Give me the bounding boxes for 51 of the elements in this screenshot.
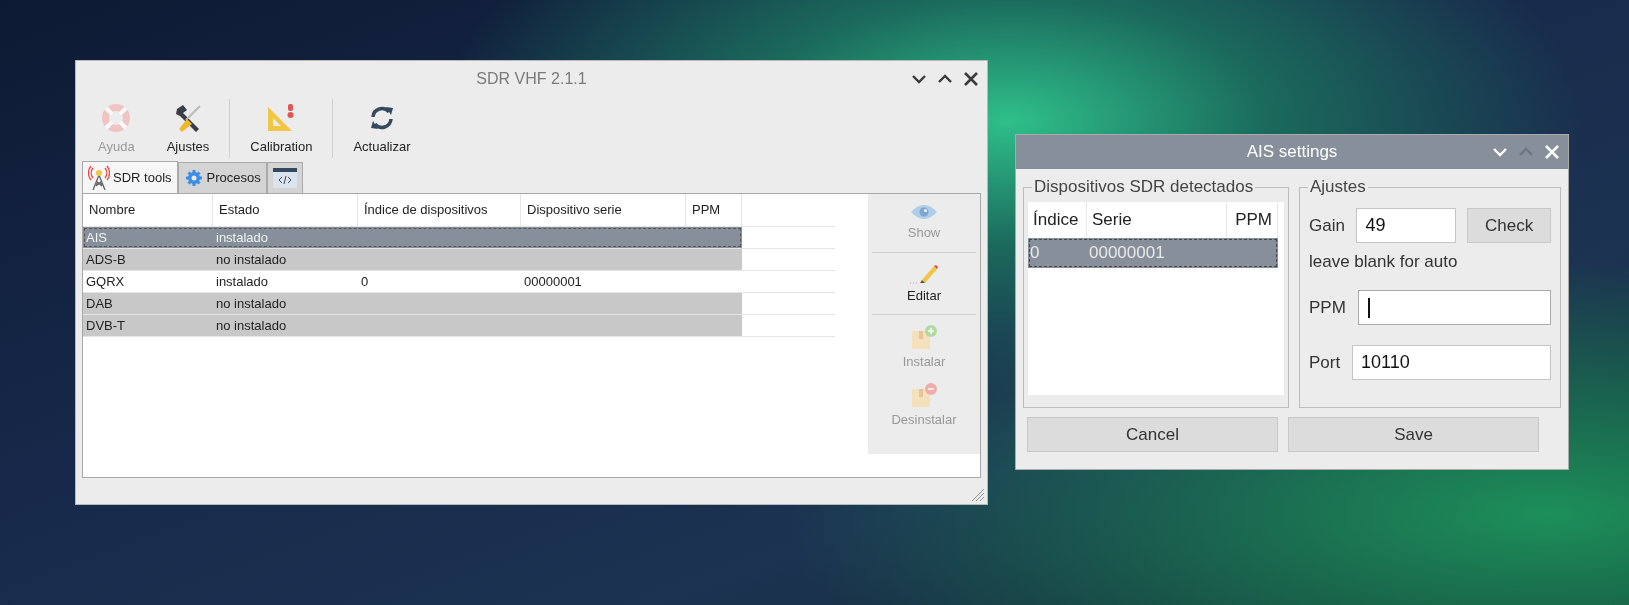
- antenna-tower-icon: [88, 164, 110, 191]
- table-cell-text: no instalado: [216, 316, 287, 335]
- column-header[interactable]: Nombre: [83, 194, 213, 226]
- text-cursor: [1368, 298, 1370, 318]
- field-label: PPM: [1309, 296, 1347, 319]
- close-icon: [1544, 144, 1560, 160]
- tab[interactable]: [266, 162, 303, 193]
- table-cell-text: no instalado: [216, 294, 287, 313]
- table-cell-text: AIS: [86, 228, 107, 247]
- table-cell-text: 00000001: [1089, 242, 1165, 265]
- table-row[interactable]: DAB no instalado: [83, 293, 742, 314]
- tab[interactable]: Procesos: [177, 162, 267, 193]
- dialog-button[interactable]: Save: [1288, 417, 1539, 452]
- table-cell-text: 00000001: [524, 272, 582, 291]
- tab[interactable]: SDR tools: [82, 161, 178, 193]
- package-minus-icon: [910, 381, 938, 408]
- input-field[interactable]: [1358, 290, 1551, 325]
- check-button[interactable]: Check: [1467, 208, 1551, 243]
- field-label: Port: [1309, 351, 1342, 374]
- table-cell-text: no instalado: [216, 250, 287, 269]
- code-window-icon: [272, 168, 297, 188]
- close-icon: [963, 70, 979, 87]
- gear-icon: [183, 168, 204, 188]
- eye-icon: [910, 203, 938, 221]
- table-cell-text: GQRX: [86, 272, 125, 291]
- resize-grip-icon: [971, 488, 985, 502]
- table-row[interactable]: ADS-B no instalado: [83, 249, 742, 270]
- toolbar-button[interactable]: Actualizar: [337, 96, 427, 161]
- window-title: AIS settings: [1246, 142, 1338, 162]
- table-cell-text: DAB: [86, 294, 113, 313]
- column-header[interactable]: Índice de dispositivos: [358, 194, 521, 226]
- field-label: Gain: [1309, 214, 1346, 237]
- table-cell-text: 0: [1030, 242, 1040, 265]
- table-cell-text: instalado: [216, 272, 269, 291]
- window-title: SDR VHF 2.1.1: [476, 69, 587, 87]
- table-cell-text: 0: [361, 272, 369, 291]
- input-field[interactable]: 10110: [1352, 345, 1551, 380]
- table-row[interactable]: DVB-T no instalado: [83, 315, 742, 336]
- hint-text: leave blank for auto: [1309, 251, 1458, 273]
- table-cell-text: ADS-B: [86, 250, 126, 269]
- action-button[interactable]: Editar: [868, 256, 980, 310]
- toolbar-button[interactable]: Calibration: [234, 96, 329, 161]
- table-cell-text: instalado: [216, 228, 269, 247]
- input-field[interactable]: 49: [1356, 208, 1457, 243]
- table-cell-text: DVB-T: [86, 316, 125, 335]
- column-header[interactable]: PPM: [686, 194, 742, 226]
- package-plus-icon: [910, 324, 938, 350]
- toolbar-button[interactable]: Ajustes: [150, 96, 226, 161]
- column-header[interactable]: Estado: [213, 194, 358, 226]
- dialog-button[interactable]: Cancel: [1027, 417, 1278, 452]
- column-header[interactable]: Dispositivo serie: [521, 194, 686, 226]
